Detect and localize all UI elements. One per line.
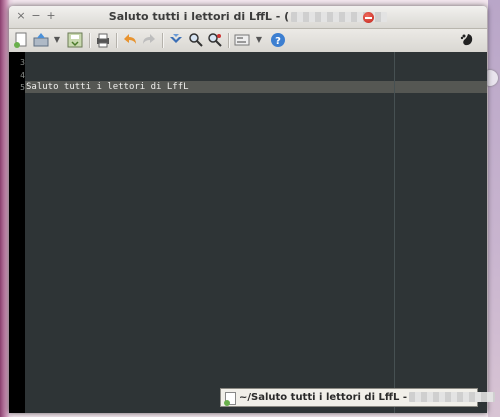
window-title-text: Saluto tutti i lettori di LffL - ( — [108, 10, 290, 23]
find-replace-icon[interactable] — [207, 32, 223, 48]
toolbar-separator — [116, 33, 117, 48]
undo-icon[interactable] — [122, 32, 138, 48]
new-document-icon[interactable] — [13, 32, 29, 48]
gnome-icon[interactable] — [459, 32, 475, 48]
dropdown-arrow-icon[interactable]: ▼ — [255, 32, 263, 48]
redo-icon[interactable] — [141, 32, 157, 48]
svg-text:?: ? — [275, 36, 281, 47]
desktop-background — [488, 0, 500, 417]
toolbar-separator — [89, 33, 90, 48]
find-icon[interactable] — [188, 32, 204, 48]
title-bar[interactable]: × − + Saluto tutti i lettori di LffL - ( — [9, 6, 487, 29]
blurred-redaction — [408, 392, 495, 402]
text-editor-area[interactable]: 3 4 5 Saluto tutti i lettori di LffL — [9, 52, 487, 413]
dropdown-arrow-icon[interactable]: ▼ — [53, 32, 61, 48]
save-icon[interactable] — [67, 32, 83, 48]
tooltip-text: ~/Saluto tutti i lettori di LffL - — [239, 392, 407, 403]
toolbar-separator — [162, 33, 163, 48]
print-icon[interactable] — [95, 32, 111, 48]
window-title: Saluto tutti i lettori di LffL - ( — [9, 10, 487, 23]
line-number: 5 — [20, 83, 25, 92]
stop-icon — [363, 12, 374, 23]
line-number: 3 — [20, 58, 25, 67]
line-number-gutter — [9, 52, 25, 413]
current-line-text[interactable]: Saluto tutti i lettori di LffL — [26, 82, 189, 93]
toolbar: ▼ ▼ ? — [9, 29, 487, 53]
toolbar-separator — [228, 33, 229, 48]
jump-icon[interactable] — [168, 32, 184, 48]
document-icon — [224, 392, 236, 406]
editor-window: × − + Saluto tutti i lettori di LffL - (… — [9, 6, 487, 413]
help-icon[interactable]: ? — [270, 32, 286, 48]
preferences-icon[interactable] — [234, 32, 250, 48]
right-margin-line — [394, 52, 395, 413]
document-tooltip: ~/Saluto tutti i lettori di LffL - — [220, 388, 495, 407]
line-number: 4 — [20, 71, 25, 80]
open-icon[interactable] — [33, 32, 49, 48]
